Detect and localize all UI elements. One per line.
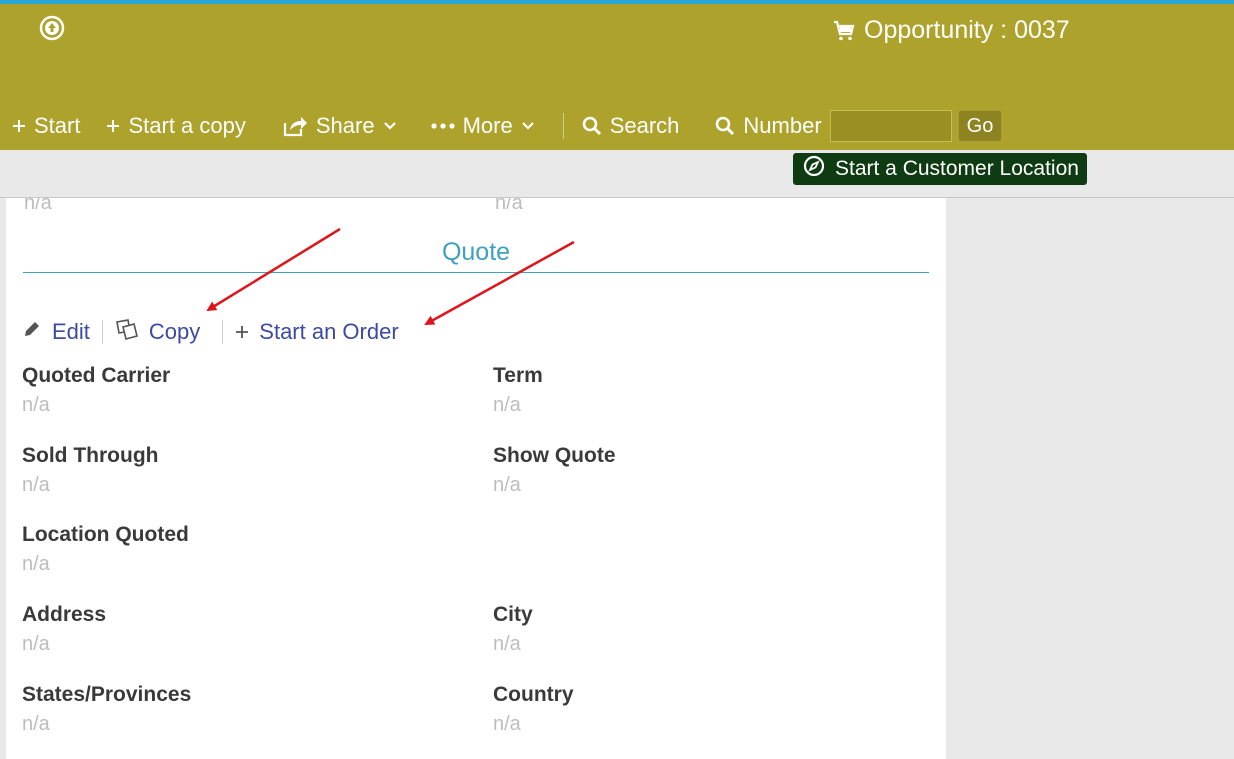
share-button[interactable]: Share	[282, 113, 397, 139]
field-value: n/a	[493, 713, 521, 735]
compass-icon	[803, 155, 825, 183]
quote-section-title: Quote	[441, 238, 511, 266]
copy-icon	[115, 318, 139, 346]
plus-icon	[12, 119, 26, 133]
field-label: Location Quoted	[22, 523, 189, 546]
start-order-label: Start an Order	[259, 319, 399, 344]
toolbar-divider	[562, 113, 564, 139]
search-label: Search	[609, 113, 680, 138]
field-address: Address n/a	[22, 603, 106, 656]
sub-toolbar: Start a Customer Location	[0, 150, 1234, 198]
search-icon	[715, 116, 735, 136]
copy-button[interactable]: Copy	[115, 318, 200, 346]
toolbar: Start Start a copy Share More Search Num…	[0, 108, 1003, 144]
search-button[interactable]: Search	[582, 113, 680, 139]
field-value: n/a	[493, 633, 521, 655]
chevron-down-icon	[521, 121, 535, 131]
page-title-wrap: Opportunity : 0037	[832, 16, 1070, 45]
copy-label: Copy	[148, 319, 201, 344]
field-label: Show Quote	[493, 444, 616, 467]
plus-icon	[106, 119, 120, 133]
search-icon	[582, 116, 602, 136]
field-city: City n/a	[493, 603, 533, 656]
start-copy-label: Start a copy	[128, 113, 246, 138]
field-quoted-carrier: Quoted Carrier n/a	[22, 364, 170, 417]
share-label: Share	[315, 113, 375, 138]
more-button[interactable]: More	[430, 113, 535, 139]
field-value: n/a	[22, 633, 50, 655]
field-value: n/a	[493, 474, 521, 496]
field-label: Term	[493, 364, 543, 387]
field-show-quote: Show Quote n/a	[493, 444, 616, 497]
number-label: Number	[743, 113, 822, 138]
go-button[interactable]: Go	[957, 110, 1003, 142]
field-location-quoted: Location Quoted n/a	[22, 523, 189, 576]
number-input[interactable]	[829, 110, 952, 142]
plus-icon	[235, 319, 249, 345]
field-label: Sold Through	[22, 444, 159, 467]
start-order-button[interactable]: Start an Order	[235, 319, 399, 345]
arrow-up-circle-icon[interactable]	[38, 14, 66, 42]
section-divider	[23, 272, 929, 273]
dots-icon	[430, 122, 455, 130]
start-copy-button[interactable]: Start a copy	[106, 113, 246, 139]
field-states-provinces: States/Provinces n/a	[22, 683, 191, 736]
field-label: Address	[22, 603, 107, 626]
action-divider	[222, 320, 224, 344]
start-button[interactable]: Start	[12, 113, 80, 139]
share-icon	[282, 115, 308, 137]
field-label: City	[493, 603, 533, 626]
edit-button[interactable]: Edit	[22, 319, 90, 345]
start-customer-location-button[interactable]: Start a Customer Location	[793, 153, 1087, 185]
field-value: n/a	[22, 474, 50, 496]
field-value: n/a	[22, 553, 50, 575]
field-country: Country n/a	[493, 683, 574, 736]
field-value: n/a	[493, 394, 521, 416]
field-value: n/a	[22, 713, 50, 735]
page-header: Opportunity : 0037 Start Start a copy Sh…	[0, 4, 1234, 150]
opportunity-panel: n/a n/a Quote Edit Copy Start an Order Q…	[6, 198, 946, 759]
field-value: n/a	[495, 198, 523, 214]
field-label: Quoted Carrier	[22, 364, 171, 387]
field-label: Country	[493, 683, 574, 706]
start-customer-location-label: Start a Customer Location	[835, 157, 1079, 180]
field-value: n/a	[24, 198, 52, 214]
start-label: Start	[34, 113, 81, 138]
quote-actions: Edit Copy Start an Order	[22, 318, 399, 346]
action-divider	[101, 320, 103, 344]
field-term: Term n/a	[493, 364, 543, 417]
page-title: Opportunity : 0037	[864, 16, 1070, 44]
more-label: More	[462, 113, 513, 138]
chevron-down-icon	[383, 121, 397, 131]
field-sold-through: Sold Through n/a	[22, 444, 158, 497]
field-label: States/Provinces	[22, 683, 192, 706]
edit-label: Edit	[52, 319, 90, 344]
number-search: Number	[715, 113, 822, 139]
field-value: n/a	[22, 394, 50, 416]
pencil-icon	[22, 319, 42, 345]
cart-icon	[832, 19, 856, 43]
